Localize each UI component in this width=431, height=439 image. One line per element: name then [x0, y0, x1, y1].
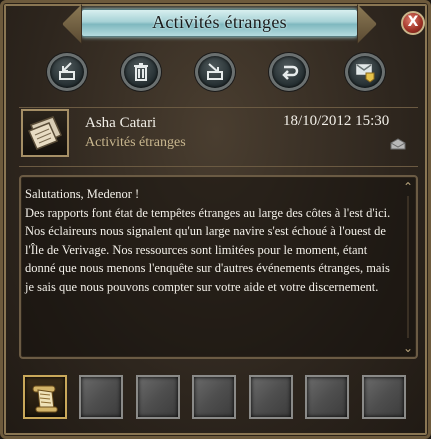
attachment-slot-5[interactable]: [249, 375, 293, 419]
attachment-slot-4[interactable]: [192, 375, 236, 419]
scroll-up-button[interactable]: ⌃: [400, 180, 416, 194]
take-attachment-button[interactable]: [345, 53, 385, 91]
close-icon: X: [407, 14, 419, 30]
scroll-icon: [32, 385, 58, 413]
delete-button[interactable]: [121, 53, 161, 91]
message-text: Des rapports font état de tempêtes étran…: [25, 205, 391, 294]
envelope-open-icon: [390, 137, 406, 155]
take-attachment-icon: [356, 64, 375, 83]
attachment-slot-6[interactable]: [305, 375, 349, 419]
title-bar[interactable]: Activités étranges: [81, 9, 358, 37]
forward-button[interactable]: [195, 53, 235, 91]
message-greeting: Salutations, Medenor !: [25, 187, 140, 201]
return-icon: [282, 65, 299, 80]
attachment-slot-1[interactable]: [23, 375, 67, 419]
scrollbar-track[interactable]: [407, 196, 409, 338]
return-button[interactable]: [269, 53, 309, 91]
forward-icon: [207, 63, 223, 80]
message-body[interactable]: Salutations, Medenor ! Des rapports font …: [25, 185, 393, 296]
scroll-down-button[interactable]: ⌄: [400, 341, 416, 355]
mail-window: Activités étranges X Asha Catari Activit…: [0, 0, 431, 439]
sender-name: Asha Catari: [85, 115, 157, 131]
delete-icon: [134, 63, 148, 81]
reply-button[interactable]: [47, 53, 87, 91]
letter-icon: [27, 116, 62, 150]
attachment-slot-3[interactable]: [136, 375, 180, 419]
mail-date: 18/10/2012 15:30: [283, 113, 390, 129]
window-title: Activités étranges: [152, 12, 287, 32]
close-button[interactable]: X: [401, 11, 425, 35]
mail-subject: Activités étranges: [85, 135, 186, 150]
reply-icon: [59, 62, 75, 80]
attachment-slot-2[interactable]: [79, 375, 123, 419]
attachment-slot-7[interactable]: [362, 375, 406, 419]
mail-portrait: [21, 109, 69, 157]
